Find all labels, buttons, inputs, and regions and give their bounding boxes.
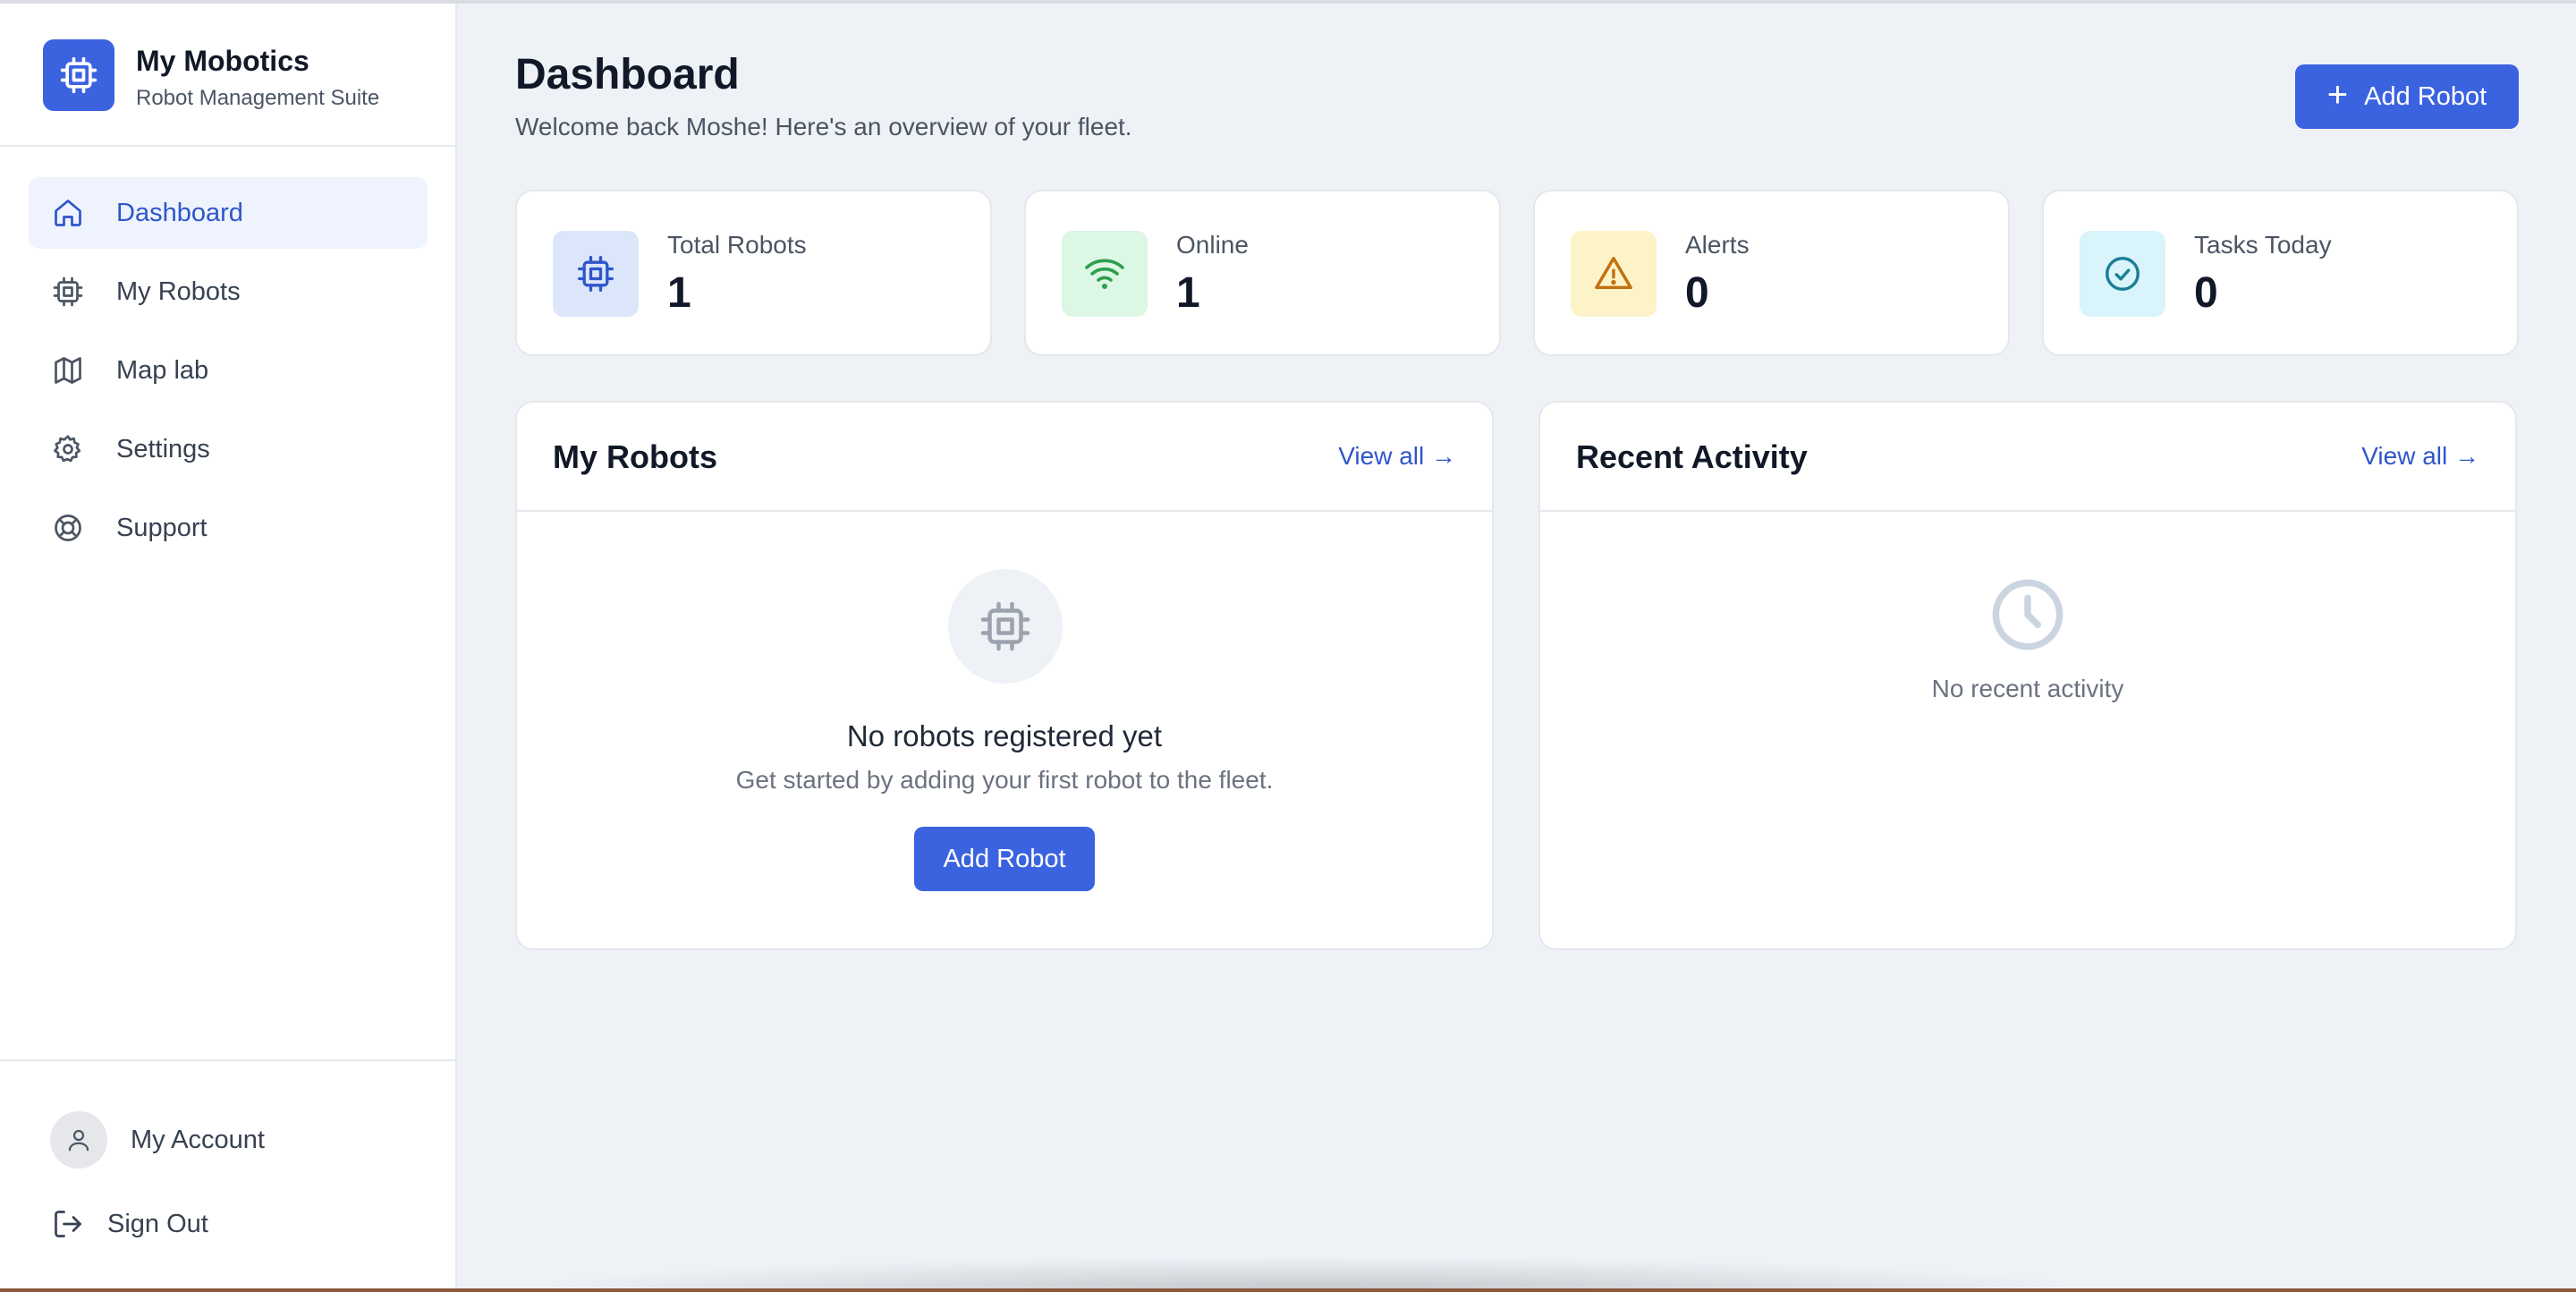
stat-label: Total Robots (667, 231, 807, 259)
window-bottom-edge (0, 1288, 2576, 1292)
sidebar-item-label: Map lab (116, 355, 209, 385)
logout-icon (50, 1206, 86, 1242)
brand-title: My Mobotics (136, 45, 309, 77)
sidebar-item-label: Dashboard (116, 198, 243, 227)
gear-icon (50, 431, 86, 467)
recent-activity-panel: Recent Activity View all → No recent act… (1538, 401, 2517, 950)
cpu-icon (948, 569, 1063, 684)
my-account-label: My Account (131, 1125, 265, 1154)
sidebar-item-dashboard[interactable]: Dashboard (29, 177, 428, 249)
sidebar-item-label: Settings (116, 434, 210, 463)
stats-row: Total Robots 1 Online 1 Alerts 0 Tasks T… (515, 190, 2519, 356)
my-account-button[interactable]: My Account (50, 1111, 265, 1169)
lifebuoy-icon (50, 510, 86, 546)
sidebar-item-map-lab[interactable]: Map lab (29, 335, 428, 406)
sign-out-label: Sign Out (107, 1209, 208, 1238)
warning-icon (1571, 231, 1657, 317)
sidebar: My Mobotics Robot Management Suite Dashb… (0, 4, 457, 1288)
panel-title: Recent Activity (1576, 438, 1808, 475)
cpu-icon (50, 274, 86, 310)
stat-card-total-robots: Total Robots 1 (515, 190, 992, 356)
cpu-icon (553, 231, 639, 317)
avatar (50, 1111, 107, 1169)
sidebar-footer: My Account Sign Out (0, 1059, 455, 1288)
stat-value: 0 (2194, 269, 2218, 317)
stat-value: 1 (667, 269, 691, 317)
wifi-icon (1062, 231, 1148, 317)
map-icon (50, 353, 86, 388)
plus-icon: + (2326, 75, 2349, 115)
stat-card-alerts: Alerts 0 (1533, 190, 2010, 356)
my-robots-panel: My Robots View all → No robots registere… (515, 401, 1494, 950)
empty-state-title: No robots registered yet (846, 719, 1163, 752)
cpu-icon (43, 39, 114, 111)
page-subtitle: Welcome back Moshe! Here's an overview o… (515, 113, 1132, 140)
home-icon (50, 195, 86, 231)
view-all-activity-link[interactable]: View all → (2361, 442, 2479, 471)
check-circle-icon (2080, 231, 2165, 317)
stat-value: 1 (1176, 269, 1200, 317)
stat-value: 0 (1685, 269, 1709, 317)
user-icon (68, 1129, 89, 1152)
panel-header: Recent Activity View all → (1540, 403, 2515, 512)
clock-icon (1992, 579, 2063, 650)
sidebar-item-settings[interactable]: Settings (29, 413, 428, 485)
add-robot-button[interactable]: + Add Robot (2295, 64, 2519, 129)
stat-card-tasks-today: Tasks Today 0 (2042, 190, 2519, 356)
stat-label: Online (1176, 231, 1249, 259)
window-shadow (501, 1256, 2111, 1292)
empty-state-text: No recent activity (1931, 675, 2124, 702)
page-title: Dashboard (515, 51, 740, 98)
sidebar-item-label: Support (116, 513, 208, 542)
add-robot-label: Add Robot (2364, 81, 2487, 111)
stat-card-online: Online 1 (1024, 190, 1501, 356)
brand-subtitle: Robot Management Suite (136, 86, 380, 110)
sidebar-item-support[interactable]: Support (29, 492, 428, 564)
stat-label: Alerts (1685, 231, 1750, 259)
sidebar-item-label: My Robots (116, 276, 241, 306)
sign-out-button[interactable]: Sign Out (50, 1206, 208, 1242)
add-robot-button[interactable]: Add Robot (914, 827, 1095, 891)
empty-state-subtitle: Get started by adding your first robot t… (735, 766, 1274, 794)
sidebar-nav: Dashboard My Robots Map lab Settings Sup… (29, 177, 428, 571)
panel-header: My Robots View all → (517, 403, 1492, 512)
sidebar-item-my-robots[interactable]: My Robots (29, 256, 428, 327)
brand-header: My Mobotics Robot Management Suite (0, 4, 455, 147)
stat-label: Tasks Today (2194, 231, 2332, 259)
panel-title: My Robots (553, 438, 717, 475)
view-all-robots-link[interactable]: View all → (1338, 442, 1456, 471)
